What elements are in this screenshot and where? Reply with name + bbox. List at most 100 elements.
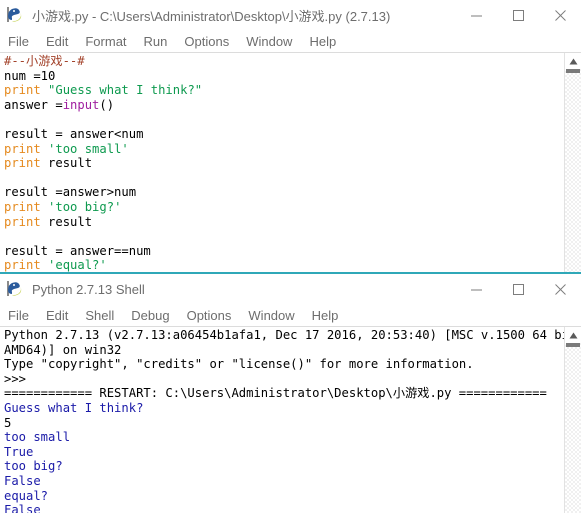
menu-item-options[interactable]: Options	[184, 34, 229, 49]
code-line: 5	[4, 416, 11, 430]
code-token: result = answer<num	[4, 126, 144, 141]
menu-item-shell[interactable]: Shell	[85, 308, 114, 323]
editor-scrollbar-track[interactable]	[565, 69, 581, 272]
code-line: #--小游戏--#	[4, 54, 85, 68]
code-line: too big?	[4, 459, 63, 473]
minimize-icon[interactable]	[455, 0, 497, 30]
menu-item-window[interactable]: Window	[246, 34, 292, 49]
python-idle-icon	[4, 4, 26, 26]
editor-titlebar[interactable]: 小游戏.py - C:\Users\Administrator\Desktop\…	[0, 0, 581, 30]
code-token: num =10	[4, 68, 56, 83]
code-token: False	[4, 473, 41, 488]
code-token: 'too big?'	[48, 199, 122, 214]
code-token: 5	[4, 415, 12, 430]
code-line: AMD64)] on win32	[4, 343, 121, 357]
code-token: print	[4, 258, 41, 272]
code-line: print 'too small'	[4, 142, 129, 156]
shell-output-area[interactable]: Python 2.7.13 (v2.7.13:a06454b1afa1, Dec…	[0, 327, 581, 513]
code-token: 'equal?'	[48, 258, 107, 272]
maximize-icon[interactable]	[497, 0, 539, 30]
code-line: print result	[4, 156, 92, 170]
editor-code-content[interactable]: #--小游戏--# num =10 print "Guess what I th…	[0, 53, 581, 272]
code-token: Type "copyright", "credits" or "license(…	[4, 357, 474, 372]
code-line: too small	[4, 430, 70, 444]
shell-menubar: File Edit Shell Debug Options Window Hel…	[0, 304, 581, 327]
code-token: too big?	[4, 459, 63, 474]
code-token: result	[40, 156, 93, 171]
code-line: ============ RESTART: C:\Users\Administr…	[4, 386, 547, 400]
shell-scrollbar[interactable]	[564, 327, 581, 513]
code-line: Guess what I think?	[4, 401, 143, 415]
code-token: input	[62, 97, 100, 112]
menu-item-file[interactable]: File	[8, 308, 29, 323]
shell-scrollbar-track[interactable]	[565, 343, 581, 513]
menu-item-format[interactable]: Format	[85, 34, 126, 49]
code-line: Type "copyright", "credits" or "license(…	[4, 357, 474, 371]
editor-title-text: 小游戏.py - C:\Users\Administrator\Desktop\…	[32, 8, 391, 24]
code-token: Guess what I think?	[4, 400, 144, 415]
shell-scrollbar-thumb[interactable]	[566, 343, 580, 347]
menu-item-file[interactable]: File	[8, 34, 29, 49]
menu-item-help[interactable]: Help	[312, 308, 339, 323]
shell-output-content[interactable]: Python 2.7.13 (v2.7.13:a06454b1afa1, Dec…	[0, 327, 581, 513]
code-token: answer =	[4, 97, 63, 112]
code-line: >>>	[4, 372, 26, 386]
shell-title-text: Python 2.7.13 Shell	[32, 281, 145, 297]
code-token: result	[40, 214, 93, 229]
code-line: False	[4, 474, 41, 488]
code-line: result = answer==num	[4, 244, 151, 258]
editor-scrollbar[interactable]	[564, 53, 581, 272]
code-token: "Guess what I think?"	[48, 83, 203, 98]
code-token: 'too small'	[48, 141, 129, 156]
minimize-icon[interactable]	[455, 274, 497, 304]
editor-window-controls	[455, 0, 581, 30]
menu-item-help[interactable]: Help	[309, 34, 336, 49]
code-token: #--小游戏--#	[4, 54, 85, 68]
code-token: result =answer>num	[4, 185, 137, 200]
code-token: print	[4, 199, 41, 214]
menu-item-edit[interactable]: Edit	[46, 308, 68, 323]
code-token: ============ RESTART: C:\Users\Administr…	[4, 386, 547, 401]
code-line: result =answer>num	[4, 185, 136, 199]
scroll-up-arrow-icon[interactable]	[565, 53, 581, 69]
shell-titlebar[interactable]: Python 2.7.13 Shell	[0, 274, 581, 304]
code-token: print	[4, 141, 41, 156]
code-line: result = answer<num	[4, 127, 143, 141]
code-line: print 'too big?'	[4, 200, 121, 214]
shell-window-controls	[455, 274, 581, 304]
menu-item-options[interactable]: Options	[187, 308, 232, 323]
code-line: answer =input()	[4, 98, 114, 112]
close-icon[interactable]	[539, 274, 581, 304]
maximize-icon[interactable]	[497, 274, 539, 304]
code-token: result = answer==num	[4, 243, 151, 258]
python-idle-icon	[4, 278, 26, 300]
close-icon[interactable]	[539, 0, 581, 30]
code-line: print 'equal?'	[4, 258, 107, 272]
editor-menubar: File Edit Format Run Options Window Help	[0, 30, 581, 53]
code-token: ()	[99, 97, 115, 112]
code-token: >>>	[4, 371, 27, 386]
code-line: print "Guess what I think?"	[4, 83, 202, 97]
menu-item-debug[interactable]: Debug	[131, 308, 169, 323]
menu-item-run[interactable]: Run	[144, 34, 168, 49]
code-token: print	[4, 156, 41, 171]
scroll-up-arrow-icon[interactable]	[565, 327, 581, 343]
shell-window: Python 2.7.13 Shell File Edit Shell Debu…	[0, 272, 581, 513]
code-token: AMD64)] on win32	[4, 342, 122, 357]
editor-text-area[interactable]: #--小游戏--# num =10 print "Guess what I th…	[0, 53, 581, 272]
code-line: Python 2.7.13 (v2.7.13:a06454b1afa1, Dec…	[4, 328, 581, 342]
menu-item-window[interactable]: Window	[248, 308, 294, 323]
editor-scrollbar-thumb[interactable]	[566, 69, 580, 73]
code-token: equal?	[4, 488, 49, 503]
code-line: True	[4, 445, 33, 459]
menu-item-edit[interactable]: Edit	[46, 34, 68, 49]
code-token: Python 2.7.13 (v2.7.13:a06454b1afa1, Dec…	[4, 328, 581, 342]
code-line: num =10	[4, 69, 55, 83]
